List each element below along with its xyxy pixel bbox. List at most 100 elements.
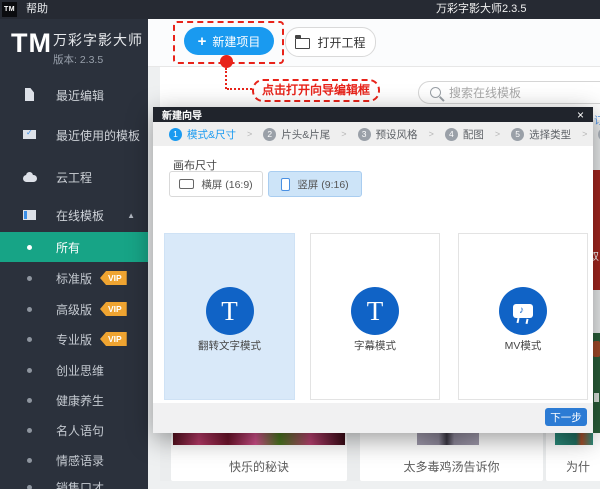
step-label: 选择类型 <box>529 127 571 142</box>
sidebar-subitem-label: 健康养生 <box>56 392 104 409</box>
portrait-icon <box>281 178 290 191</box>
open-project-button[interactable]: 打开工程 <box>285 27 376 57</box>
sidebar-subitem-label: 所有 <box>56 239 80 256</box>
dialog-body: 画布尺寸 横屏 (16:9) 竖屏 (9:16) 选择模式 T 翻转文字模式 T <box>153 146 593 403</box>
step-label: 模式&尺寸 <box>187 127 236 142</box>
mode-card-mv[interactable]: MV模式 <box>458 233 588 400</box>
app-logo: TM <box>11 28 52 59</box>
bullet-icon <box>27 245 32 250</box>
step-label: 片头&片尾 <box>281 127 330 142</box>
sidebar-subitem-advanced[interactable]: 高级版 VIP <box>0 294 148 324</box>
mode-label: 翻转文字模式 <box>165 338 294 353</box>
sidebar-subitem-label: 情感语录 <box>56 452 104 469</box>
step-label: 配图 <box>463 127 484 142</box>
sidebar-item-online-templates[interactable]: 在线模板 ▲ <box>0 200 148 230</box>
step-number: 3 <box>358 128 371 141</box>
new-project-button[interactable]: + 新建项目 <box>184 27 274 55</box>
online-templates-icon <box>22 208 38 222</box>
new-project-label: 新建项目 <box>212 33 260 50</box>
template-title: 快乐的秘诀 <box>171 458 347 475</box>
sidebar-subitem-standard[interactable]: 标准版 VIP <box>0 263 148 293</box>
vip-badge: VIP <box>100 302 127 316</box>
orientation-landscape-button[interactable]: 横屏 (16:9) <box>169 171 263 197</box>
chevron-right-icon: > <box>341 129 346 139</box>
app-name: 万彩字影大师 <box>53 30 143 50</box>
bullet-icon <box>27 398 32 403</box>
sidebar: TM 万彩字影大师 版本: 2.3.5 最近编辑 最近使用的模板 云工程 在线模… <box>0 19 148 489</box>
sidebar-subitem-all[interactable]: 所有 <box>0 232 148 262</box>
letter-t-icon: T <box>221 296 238 327</box>
letter-t-icon: T <box>367 296 384 327</box>
bullet-icon <box>27 276 32 281</box>
annotation-label: 点击打开向导编辑框 <box>252 79 380 102</box>
step-number: 1 <box>169 128 182 141</box>
orientation-portrait-button[interactable]: 竖屏 (9:16) <box>268 171 362 197</box>
new-wizard-dialog: 新建向导 × 1 模式&尺寸 > 2 片头&片尾 > 3 预设风格 > 4 配图 <box>153 107 593 433</box>
edge-fragment-text: 订 <box>594 112 600 127</box>
menu-help[interactable]: 帮助 <box>26 0 48 19</box>
folder-icon <box>295 38 310 49</box>
vip-badge: VIP <box>100 332 127 346</box>
sidebar-item-label: 最近使用的模板 <box>56 127 140 144</box>
window-title: 万彩字影大师2.3.5 <box>436 0 526 19</box>
bullet-icon <box>27 368 32 373</box>
mv-mode-icon <box>499 287 547 335</box>
dialog-titlebar: 新建向导 × <box>153 107 593 122</box>
search-icon <box>430 87 441 98</box>
dialog-title: 新建向导 <box>162 107 202 122</box>
recent-templates-icon <box>22 128 38 142</box>
sidebar-item-label: 云工程 <box>56 169 92 186</box>
bullet-icon <box>27 337 32 342</box>
sidebar-item-cloud-projects[interactable]: 云工程 <box>0 162 148 192</box>
sidebar-subitem-label: 名人语句 <box>56 422 104 439</box>
template-title: 太多毒鸡汤告诉你 <box>360 458 543 475</box>
sidebar-subitem-label: 专业版 <box>56 331 92 348</box>
app-version: 版本: 2.3.5 <box>53 52 103 67</box>
close-icon[interactable]: × <box>577 109 584 121</box>
recent-edit-icon <box>22 88 38 102</box>
text-mode-icon: T <box>351 287 399 335</box>
step-mode-size: 1 模式&尺寸 <box>169 127 236 142</box>
mode-card-subtitle[interactable]: T 字幕模式 <box>310 233 440 400</box>
template-card[interactable]: 快乐的秘诀 <box>171 425 347 481</box>
sidebar-subitem-celebrity-quotes[interactable]: 名人语句 <box>0 415 148 445</box>
sidebar-subitem-health[interactable]: 健康养生 <box>0 385 148 415</box>
collapse-caret-icon[interactable]: ▲ <box>127 211 135 220</box>
bullet-icon <box>27 458 32 463</box>
bullet-icon <box>27 485 32 489</box>
orientation-label: 横屏 (16:9) <box>201 177 252 192</box>
bullet-icon <box>27 307 32 312</box>
sidebar-subitem-label: 销售口才 <box>56 479 104 489</box>
vip-badge: VIP <box>100 271 127 285</box>
step-label: 预设风格 <box>376 127 418 142</box>
edge-fragment-text: 双 <box>593 248 599 263</box>
next-step-button[interactable]: 下一步 <box>545 408 587 426</box>
template-card[interactable]: 太多毒鸡汤告诉你 <box>360 425 543 481</box>
chevron-right-icon: > <box>495 129 500 139</box>
step-number: 2 <box>263 128 276 141</box>
sidebar-subitem-sales-talk[interactable]: 销售口才 <box>0 472 148 489</box>
sidebar-subitem-emotional-quotes[interactable]: 情感语录 <box>0 445 148 475</box>
step-preset-style: 3 预设风格 <box>358 127 418 142</box>
template-card[interactable]: 为什 <box>546 425 600 481</box>
window-titlebar: TM 帮助 万彩字影大师2.3.5 <box>0 0 600 19</box>
sidebar-subitem-professional[interactable]: 专业版 VIP <box>0 324 148 354</box>
text-mode-icon: T <box>206 287 254 335</box>
step-number: 4 <box>445 128 458 141</box>
step-number: 5 <box>511 128 524 141</box>
sidebar-item-label: 最近编辑 <box>56 87 104 104</box>
app-window: TM 帮助 万彩字影大师2.3.5 TM 万彩字影大师 版本: 2.3.5 最近… <box>0 0 600 489</box>
chevron-right-icon: > <box>582 129 587 139</box>
sidebar-item-recent-edits[interactable]: 最近编辑 <box>0 80 148 110</box>
sidebar-subitem-startup-thinking[interactable]: 创业思维 <box>0 355 148 385</box>
sidebar-item-recent-templates[interactable]: 最近使用的模板 <box>0 120 148 150</box>
annotation-line-horizontal <box>227 88 252 90</box>
cloud-icon <box>22 170 38 184</box>
search-input[interactable]: 搜索在线模板 <box>418 81 600 104</box>
sidebar-subitem-label: 创业思维 <box>56 362 104 379</box>
sidebar-subitem-label: 高级版 <box>56 301 92 318</box>
landscape-icon <box>179 179 194 189</box>
step-select-type: 5 选择类型 <box>511 127 571 142</box>
annotation-dot <box>220 55 233 68</box>
mode-card-flip-text[interactable]: T 翻转文字模式 <box>164 233 295 400</box>
